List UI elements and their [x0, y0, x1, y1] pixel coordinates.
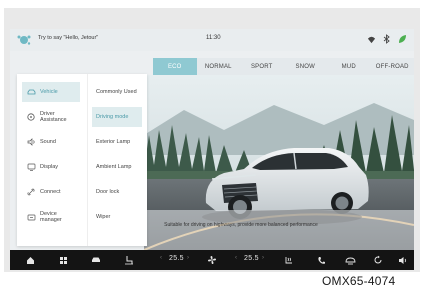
submenu-driving-mode[interactable]: Driving mode: [92, 107, 142, 127]
nav-item-label: Connect: [40, 189, 61, 195]
eco-leaf-icon: [399, 35, 406, 43]
settings-panel: Vehicle Driver Assistance Sound Display …: [17, 74, 147, 246]
submenu-commonly-used[interactable]: Commonly Used: [92, 82, 142, 102]
infotainment-screen: Try to say "Hello, Jetour" 11:30 ECO NOR…: [10, 29, 414, 270]
seat-heat-icon[interactable]: [123, 254, 135, 266]
settings-nav: Vehicle Driver Assistance Sound Display …: [17, 74, 84, 246]
volume-icon[interactable]: [397, 254, 409, 266]
speaker-icon: [26, 137, 36, 147]
tab-mud[interactable]: MUD: [327, 58, 371, 75]
tab-sport[interactable]: SPORT: [240, 58, 284, 75]
nav-item-device-manager[interactable]: Device manager: [22, 207, 80, 227]
nav-item-label: Device manager: [40, 211, 62, 223]
car-icon: [26, 87, 36, 97]
recirculation-icon[interactable]: [372, 254, 384, 266]
car-icon[interactable]: [90, 254, 102, 266]
tab-snow[interactable]: SNOW: [284, 58, 328, 75]
nav-item-vehicle[interactable]: Vehicle: [22, 82, 80, 102]
voice-prompt[interactable]: Try to say "Hello, Jetour": [38, 35, 98, 41]
nav-item-label: Vehicle: [40, 89, 58, 95]
submenu-door-lock[interactable]: Door lock: [92, 182, 142, 202]
tab-off-road[interactable]: OFF-ROAD: [371, 58, 415, 75]
link-icon: [26, 187, 36, 197]
settings-submenu: Commonly Used Driving mode Exterior Lamp…: [87, 74, 147, 246]
drive-mode-description: Suitable for driving on highways, provid…: [164, 222, 318, 228]
apps-icon[interactable]: [57, 254, 69, 266]
phone-icon[interactable]: [315, 254, 327, 266]
device-icon: [26, 212, 36, 222]
bottom-dock: ‹ 25.5 › ‹ 25.5 ›: [10, 250, 414, 270]
nav-item-connect[interactable]: Connect: [22, 182, 80, 202]
nav-item-label: Display: [40, 164, 59, 170]
rear-defrost-icon[interactable]: [283, 254, 295, 266]
right-temp-up-button[interactable]: ›: [262, 255, 264, 261]
reference-code: OMX65-4074: [322, 274, 396, 288]
voice-assistant-icon[interactable]: [16, 34, 32, 46]
nav-item-sound[interactable]: Sound: [22, 132, 80, 152]
clock: 11:30: [206, 35, 221, 41]
right-temperature: 25.5: [244, 255, 259, 262]
steering-assist-icon: [26, 112, 36, 122]
left-temperature: 25.5: [169, 255, 184, 262]
nav-item-display[interactable]: Display: [22, 157, 80, 177]
submenu-exterior-lamp[interactable]: Exterior Lamp: [92, 132, 142, 152]
bluetooth-icon: [383, 34, 390, 44]
wifi-icon: [367, 36, 376, 44]
page: Try to say "Hello, Jetour" 11:30 ECO NOR…: [0, 0, 424, 292]
nav-item-label: Driver Assistance: [40, 111, 67, 123]
drive-mode-tabs: ECO NORMAL SPORT SNOW MUD OFF-ROAD: [153, 58, 414, 75]
tab-eco[interactable]: ECO: [153, 58, 197, 75]
display-icon: [26, 162, 36, 172]
left-temp-down-button[interactable]: ‹: [160, 255, 162, 261]
fan-icon[interactable]: [206, 254, 218, 266]
tab-normal[interactable]: NORMAL: [197, 58, 241, 75]
left-temp-up-button[interactable]: ›: [187, 255, 189, 261]
submenu-ambient-lamp[interactable]: Ambient Lamp: [92, 157, 142, 177]
status-bar: Try to say "Hello, Jetour" 11:30: [10, 29, 414, 51]
ac-icon[interactable]: [344, 254, 356, 266]
nav-item-driver-assistance[interactable]: Driver Assistance: [22, 107, 80, 127]
home-icon[interactable]: [24, 254, 36, 266]
nav-item-label: Sound: [40, 139, 56, 145]
right-temp-down-button[interactable]: ‹: [235, 255, 237, 261]
submenu-wiper[interactable]: Wiper: [92, 207, 142, 227]
